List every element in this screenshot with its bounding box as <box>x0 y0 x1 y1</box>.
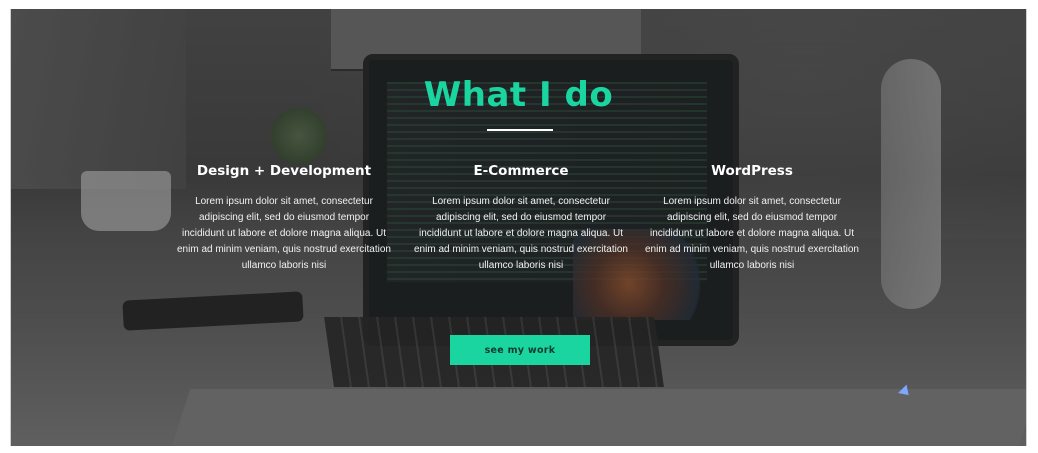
hero-section: What I do Design + Development Lorem ips… <box>11 9 1026 446</box>
service-wordpress: WordPress Lorem ipsum dolor sit amet, co… <box>645 163 859 274</box>
see-my-work-button[interactable]: see my work <box>450 335 590 365</box>
service-heading: E-Commerce <box>473 163 569 179</box>
service-description: Lorem ipsum dolor sit amet, consectetur … <box>177 196 391 271</box>
service-design-development: Design + Development Lorem ipsum dolor s… <box>177 163 391 274</box>
title-underline <box>487 129 553 131</box>
service-heading: WordPress <box>711 163 793 179</box>
service-description: Lorem ipsum dolor sit amet, consectetur … <box>414 196 628 271</box>
service-description: Lorem ipsum dolor sit amet, consectetur … <box>645 196 859 271</box>
service-ecommerce: E-Commerce Lorem ipsum dolor sit amet, c… <box>414 163 628 274</box>
section-title: What I do <box>423 75 614 115</box>
page-frame: What I do Design + Development Lorem ips… <box>10 9 1027 446</box>
service-heading: Design + Development <box>196 163 372 179</box>
